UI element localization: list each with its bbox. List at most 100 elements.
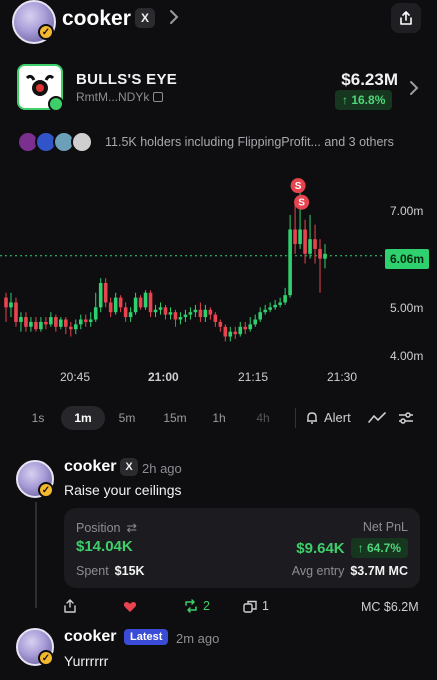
candle <box>64 317 68 335</box>
post-time: 2h ago <box>142 461 182 476</box>
x-social-icon[interactable]: X <box>120 458 138 476</box>
candle <box>278 297 282 308</box>
holders-avatars[interactable] <box>17 131 97 153</box>
candle <box>44 317 48 330</box>
copy-icon <box>243 600 257 613</box>
current-price-tag: 6.06m <box>385 249 430 269</box>
alert-button[interactable]: Alert <box>305 410 351 425</box>
copy-trade-button[interactable]: 1 <box>243 599 269 613</box>
y-tick-label: 7.00m <box>390 204 424 218</box>
svg-text:S: S <box>295 181 302 192</box>
candle <box>14 297 18 327</box>
candle <box>263 304 267 315</box>
candle <box>288 214 292 298</box>
candle <box>233 326 238 339</box>
candle <box>178 312 183 325</box>
candle <box>253 314 258 327</box>
header-username[interactable]: cooker <box>62 7 131 31</box>
copy-icon[interactable] <box>153 92 164 102</box>
position-card[interactable]: Position ⇄ Net PnL $14.04K $9.64K ↑ 64.7… <box>64 508 420 588</box>
holder-avatar <box>71 131 93 153</box>
retweet-button[interactable]: 2 <box>184 599 210 613</box>
candle <box>173 309 178 327</box>
candle <box>34 317 38 332</box>
post-time: 2m ago <box>176 631 220 646</box>
candle <box>73 319 78 335</box>
divider <box>295 408 296 428</box>
x-tick-label: 21:00 <box>148 370 179 384</box>
x-tick-label: 21:30 <box>327 370 358 384</box>
candle <box>248 317 253 332</box>
price-change-badge: ↑ 16.8% <box>335 90 393 110</box>
line-chart-icon[interactable] <box>368 411 386 430</box>
candle <box>303 219 307 264</box>
sell-marker[interactable]: S <box>290 178 306 194</box>
candle <box>59 317 63 330</box>
candle <box>168 307 173 320</box>
post-author-name[interactable]: cooker <box>64 628 116 646</box>
candle <box>39 317 43 332</box>
timeframe-1s[interactable]: 1s <box>18 411 58 425</box>
swap-icon: ⇄ <box>126 521 137 535</box>
candle <box>138 295 143 310</box>
verified-badge-icon: ✓ <box>38 482 54 498</box>
timeframe-1h[interactable]: 1h <box>199 411 239 425</box>
post-text: Yurrrrrr <box>64 653 109 669</box>
candle <box>88 312 93 327</box>
pnl-label: Net PnL <box>362 520 408 534</box>
price-chart[interactable]: SS <box>0 168 437 393</box>
position-value: $14.04K <box>76 538 133 555</box>
thread-line <box>35 502 37 608</box>
holders-text[interactable]: 11.5K holders including FlippingProfit..… <box>105 135 394 149</box>
token-badge-icon <box>48 96 64 112</box>
post-author-name[interactable]: cooker <box>64 458 116 476</box>
candle <box>323 244 327 269</box>
heart-icon[interactable] <box>123 600 137 618</box>
candle <box>148 290 153 318</box>
share-button[interactable] <box>391 3 421 33</box>
share-icon[interactable] <box>64 599 76 618</box>
post-market-cap: MC $6.2M <box>361 600 419 614</box>
bell-icon <box>307 411 317 424</box>
candle <box>128 307 133 322</box>
chevron-right-icon[interactable] <box>166 7 182 27</box>
verified-badge-icon: ✓ <box>38 650 54 666</box>
candle <box>243 321 248 335</box>
timeframe-4h[interactable]: 4h <box>243 411 283 425</box>
x-tick-label: 21:15 <box>238 370 269 384</box>
candle <box>193 304 198 318</box>
candle <box>208 307 213 320</box>
candle <box>153 304 158 318</box>
avg-entry-value: $3.7M MC <box>350 564 408 578</box>
x-tick-label: 20:45 <box>60 370 91 384</box>
candle <box>188 307 193 320</box>
candle <box>49 312 53 327</box>
candle <box>218 319 223 332</box>
token-address: RmtM...NDYk <box>76 90 150 104</box>
candle <box>93 292 98 322</box>
sell-marker[interactable]: S <box>294 194 310 210</box>
alert-label: Alert <box>324 410 351 425</box>
candle <box>238 321 243 337</box>
candle <box>29 317 33 332</box>
verified-badge-icon: ✓ <box>38 24 54 40</box>
candle <box>293 200 297 254</box>
candle <box>228 326 233 342</box>
candle <box>123 302 128 322</box>
timeframe-5m[interactable]: 5m <box>107 411 147 425</box>
candle <box>273 300 277 310</box>
x-social-icon[interactable]: X <box>135 8 155 28</box>
y-tick-label: 5.00m <box>390 301 424 315</box>
candle <box>24 312 28 332</box>
market-cap: $6.23M <box>341 70 398 89</box>
candle <box>68 321 73 337</box>
timeframe-1m[interactable]: 1m <box>61 406 105 430</box>
candle <box>113 292 118 315</box>
candle <box>108 297 113 318</box>
candle <box>133 292 138 315</box>
candle <box>158 302 163 315</box>
token-chevron-icon[interactable] <box>408 79 420 102</box>
copy-count: 1 <box>262 599 269 613</box>
timeframe-15m[interactable]: 15m <box>155 411 195 425</box>
settings-sliders-icon[interactable] <box>398 410 414 431</box>
